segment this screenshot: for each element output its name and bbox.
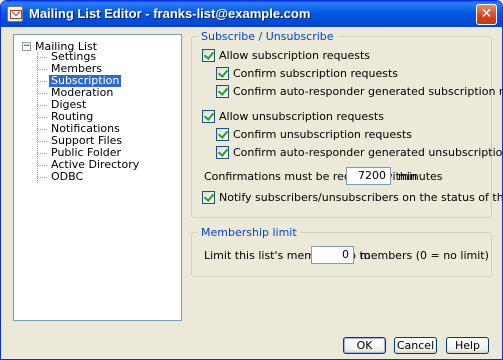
window-title: Mailing List Editor - franks-list@exampl… bbox=[29, 6, 311, 21]
checkbox-label: Notify subscribers/unsubscribers on the … bbox=[219, 191, 503, 204]
group-title: Subscribe / Unsubscribe bbox=[198, 30, 337, 43]
checkbox-box[interactable] bbox=[216, 146, 229, 159]
ok-button[interactable]: OK bbox=[343, 337, 386, 354]
tree-branch-line bbox=[38, 93, 47, 94]
title-bar[interactable]: Mailing List Editor - franks-list@exampl… bbox=[1, 1, 502, 27]
checkbox-box[interactable] bbox=[202, 191, 215, 204]
tree-branch-line bbox=[38, 141, 47, 142]
tree-branch-line bbox=[38, 57, 47, 58]
tree-branch-line bbox=[38, 153, 47, 154]
mail-app-icon bbox=[7, 6, 23, 22]
confirm-within-minutes-input[interactable]: 7200 bbox=[346, 167, 391, 185]
checkbox-label: Allow unsubscription requests bbox=[219, 110, 384, 123]
membership-limit-input[interactable]: 0 bbox=[311, 246, 354, 264]
tree-branch-line bbox=[38, 177, 47, 178]
checkbox-box[interactable] bbox=[216, 85, 229, 98]
membership-limit-unit-label: members (0 = no limit) bbox=[360, 249, 489, 262]
tree-branch-line bbox=[38, 81, 47, 82]
tree-branch-line bbox=[38, 69, 47, 70]
checkbox-box[interactable] bbox=[216, 128, 229, 141]
cancel-button[interactable]: Cancel bbox=[394, 337, 437, 354]
checkbox-label: Confirm unsubscription requests bbox=[233, 128, 412, 141]
subscribe-unsubscribe-group: Subscribe / Unsubscribe Allow subscripti… bbox=[191, 30, 502, 218]
membership-limit-group: Membership limit Limit this list's membe… bbox=[191, 226, 492, 277]
dialog-client-area: − Mailing List Settings Members Subscrip… bbox=[4, 27, 502, 356]
collapse-icon[interactable]: − bbox=[22, 42, 31, 51]
close-icon[interactable]: ✕ bbox=[476, 4, 497, 25]
tree-branch-line bbox=[38, 117, 47, 118]
minutes-unit-label: minutes bbox=[398, 170, 443, 183]
settings-tree[interactable]: − Mailing List Settings Members Subscrip… bbox=[13, 34, 182, 321]
help-button[interactable]: Help bbox=[446, 337, 489, 354]
checkbox-label: Allow subscription requests bbox=[219, 49, 370, 62]
checkbox-label: Confirm subscription requests bbox=[233, 67, 398, 80]
tree-branch-line bbox=[38, 129, 47, 130]
tree-item-label: ODBC bbox=[51, 170, 84, 183]
checkbox-box[interactable] bbox=[216, 67, 229, 80]
checkbox-box[interactable] bbox=[202, 49, 215, 62]
tree-branch-line bbox=[38, 105, 47, 106]
mailing-list-editor-window: Mailing List Editor - franks-list@exampl… bbox=[0, 0, 503, 360]
checkbox-box[interactable] bbox=[202, 110, 215, 123]
tree-branch-line bbox=[38, 165, 47, 166]
group-title: Membership limit bbox=[198, 226, 300, 239]
checkbox-label: Confirm auto-responder generated unsubsc… bbox=[233, 146, 503, 159]
checkbox-label: Confirm auto-responder generated subscri… bbox=[233, 85, 503, 98]
